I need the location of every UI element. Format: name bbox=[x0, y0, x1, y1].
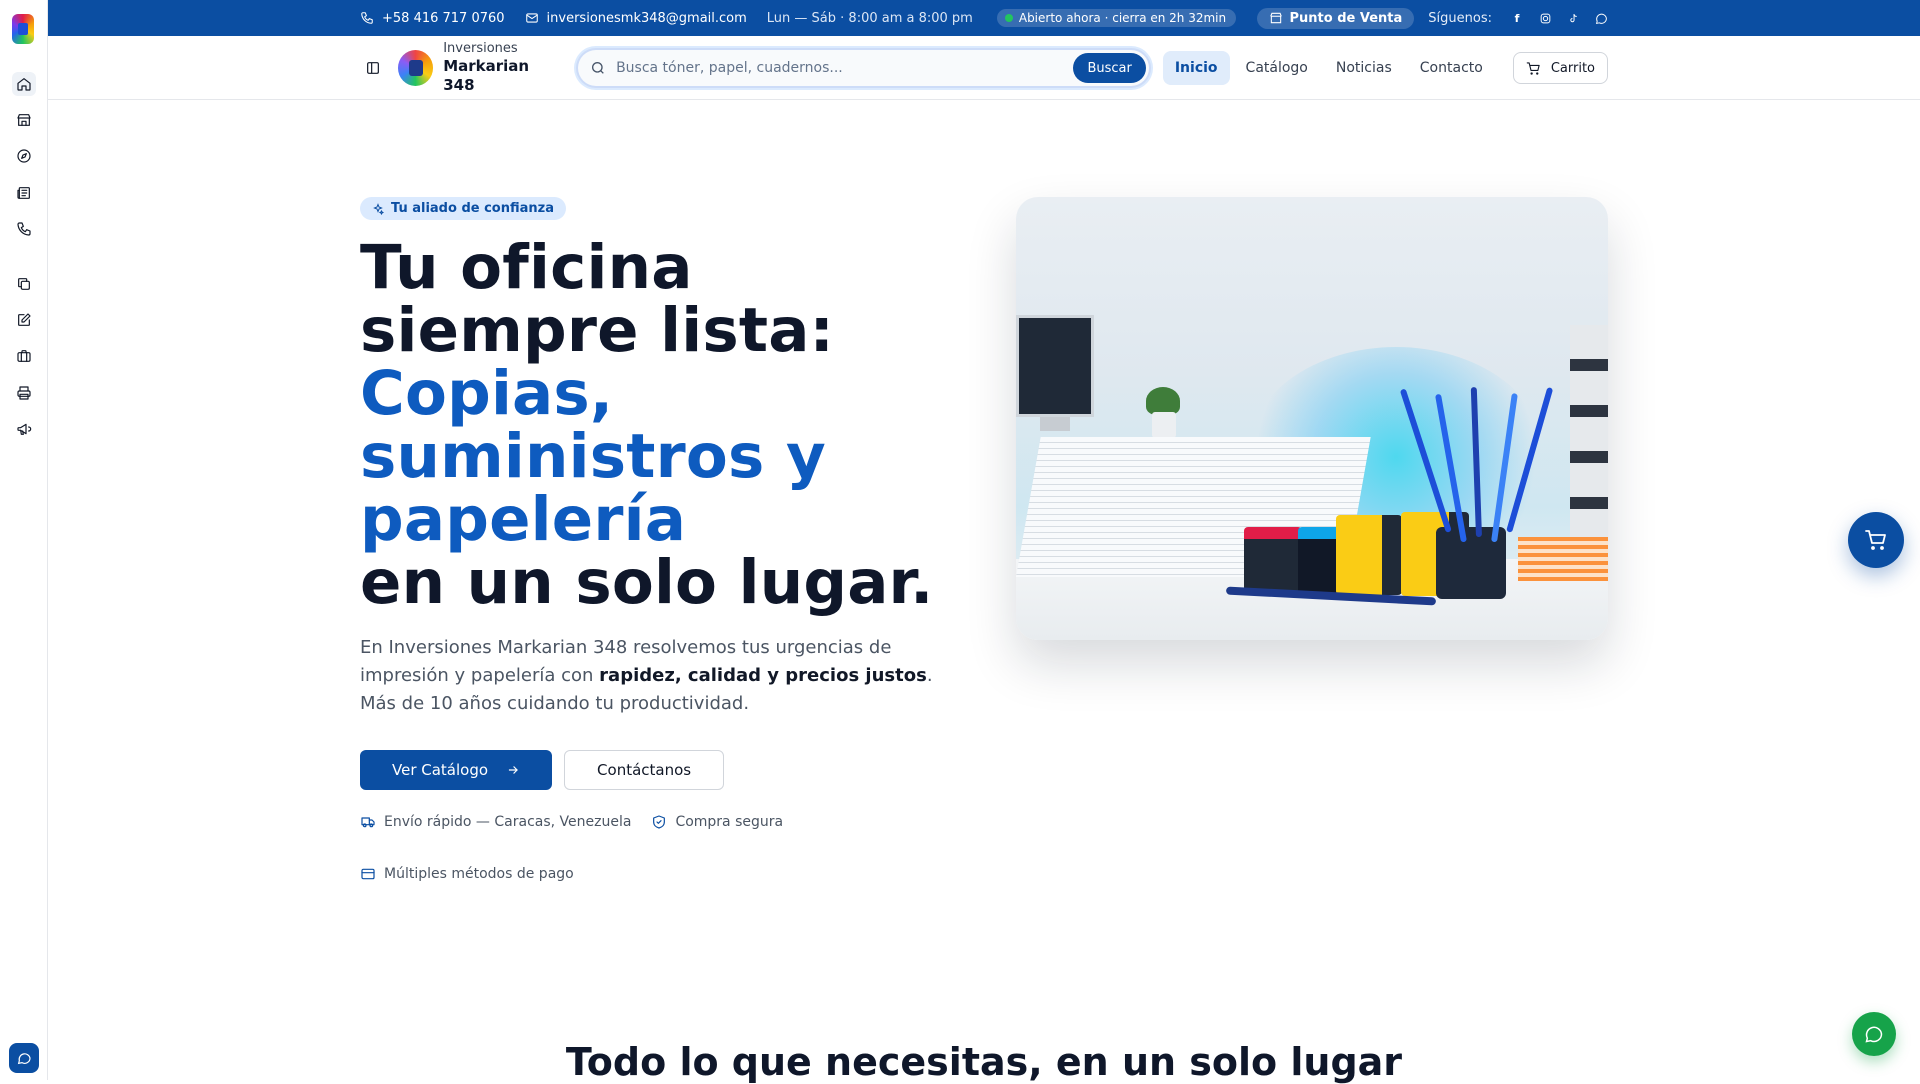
phone-icon bbox=[361, 12, 373, 24]
contact-us-label: Contáctanos bbox=[597, 761, 692, 779]
credit-card-icon bbox=[361, 868, 375, 880]
store-icon bbox=[17, 114, 31, 126]
hero-section: Tu aliado de confianza Tu oficina siempr… bbox=[360, 197, 960, 882]
edit-icon bbox=[18, 313, 31, 326]
shield-check-icon bbox=[653, 815, 666, 829]
contact-us-button[interactable]: Contáctanos bbox=[564, 750, 725, 790]
email-address: inversionesmk348@gmail.com bbox=[546, 10, 747, 26]
section-title: Todo lo que necesitas, en un solo lugar bbox=[565, 1040, 1403, 1084]
phone-icon bbox=[17, 222, 31, 236]
store-icon bbox=[1269, 12, 1282, 24]
phone-contact[interactable]: +58 416 717 0760 bbox=[360, 11, 505, 26]
view-catalog-button[interactable]: Ver Catálogo bbox=[360, 750, 553, 790]
email-contact[interactable]: inversionesmk348@gmail.com bbox=[525, 11, 747, 26]
brand-name-big: Markarian 348 bbox=[443, 57, 530, 95]
perk-fast-shipping: Envío rápido — Caracas, Venezuela bbox=[360, 814, 631, 830]
cart-icon bbox=[1526, 61, 1540, 75]
hero-perks: Envío rápido — Caracas, Venezuela Compra… bbox=[360, 814, 960, 882]
sidebar-item-explore[interactable] bbox=[12, 144, 36, 168]
sidebar-item-copies[interactable] bbox=[12, 272, 36, 296]
sidebar-item-print[interactable] bbox=[12, 381, 36, 405]
brand-name[interactable]: Inversiones Markarian 348 bbox=[443, 41, 564, 95]
perk-secure-purchase: Compra segura bbox=[651, 814, 783, 830]
sidebar-item-store[interactable] bbox=[12, 108, 36, 132]
search-bar: Buscar bbox=[576, 48, 1151, 88]
hero-badge: Tu aliado de confianza bbox=[360, 197, 566, 220]
point-of-sale-button[interactable]: Punto de Venta bbox=[1256, 7, 1415, 29]
hero-title-line1: Tu oficina siempre lista: bbox=[360, 232, 835, 366]
arrow-right-icon bbox=[508, 766, 518, 774]
main-navbar: Inversiones Markarian 348 Buscar Inicio … bbox=[48, 36, 1920, 100]
printer-icon bbox=[17, 386, 31, 400]
news-icon bbox=[17, 187, 30, 199]
nav-links: Inicio Catálogo Noticias Contacto bbox=[1162, 51, 1495, 85]
hero-title-line3: en un solo lugar. bbox=[360, 547, 934, 618]
perk-secure-purchase-text: Compra segura bbox=[675, 814, 784, 830]
instagram-icon[interactable] bbox=[1538, 11, 1552, 25]
truck-icon bbox=[361, 817, 375, 828]
sparkles-icon bbox=[373, 202, 384, 215]
sidebar-item-promos[interactable] bbox=[12, 417, 36, 441]
hero-image-office-supplies bbox=[1016, 197, 1608, 640]
nav-link-catalogo[interactable]: Catálogo bbox=[1234, 51, 1320, 85]
left-sidebar bbox=[0, 0, 48, 1080]
brand-logo[interactable] bbox=[397, 50, 434, 86]
open-dot-icon bbox=[1004, 14, 1013, 22]
hero-badge-text: Tu aliado de confianza bbox=[391, 201, 554, 216]
hero-description: En Inversiones Markarian 348 resolvemos … bbox=[360, 634, 940, 718]
compass-icon bbox=[17, 149, 31, 163]
briefcase-icon bbox=[17, 350, 31, 362]
sidebar-item-edit[interactable] bbox=[12, 308, 36, 332]
top-info-bar: +58 416 717 0760 inversionesmk348@gmail.… bbox=[48, 0, 1920, 36]
perk-payment-methods-text: Múltiples métodos de pago bbox=[384, 866, 574, 882]
nav-link-contacto[interactable]: Contacto bbox=[1408, 51, 1495, 85]
chat-icon bbox=[17, 1053, 31, 1065]
sidebar-item-business[interactable] bbox=[12, 344, 36, 368]
home-icon bbox=[17, 78, 31, 91]
sidebar-toggle-button[interactable] bbox=[360, 55, 386, 81]
perk-fast-shipping-text: Envío rápido — Caracas, Venezuela bbox=[384, 814, 632, 830]
sidebar-logo[interactable] bbox=[12, 14, 34, 44]
nav-link-noticias[interactable]: Noticias bbox=[1324, 51, 1404, 85]
chat-button[interactable] bbox=[9, 1043, 39, 1073]
search-button[interactable]: Buscar bbox=[1073, 53, 1146, 83]
mail-icon bbox=[525, 13, 538, 23]
megaphone-icon bbox=[17, 423, 32, 435]
hero-description-highlight: rapidez, calidad y precios justos bbox=[599, 665, 927, 686]
open-status-text: Abierto ahora · cierra en 2h 32min bbox=[1018, 11, 1227, 25]
search-input[interactable] bbox=[616, 60, 1074, 76]
open-status-badge: Abierto ahora · cierra en 2h 32min bbox=[996, 9, 1237, 27]
sidebar-item-home[interactable] bbox=[12, 72, 36, 96]
whatsapp-icon[interactable] bbox=[1594, 11, 1608, 25]
cart-icon bbox=[1865, 530, 1886, 550]
sidebar-item-contact[interactable] bbox=[12, 217, 36, 241]
copy-icon bbox=[18, 278, 30, 290]
hero-title: Tu oficina siempre lista: Copias, sumini… bbox=[360, 236, 960, 614]
phone-number: +58 416 717 0760 bbox=[382, 10, 505, 26]
cart-label: Carrito bbox=[1550, 60, 1595, 76]
facebook-icon[interactable]: f bbox=[1510, 11, 1524, 25]
panel-left-icon bbox=[366, 62, 379, 74]
tiktok-icon[interactable] bbox=[1566, 11, 1580, 25]
view-catalog-label: Ver Catálogo bbox=[392, 761, 489, 779]
point-of-sale-label: Punto de Venta bbox=[1289, 10, 1403, 26]
hero-title-accent: Copias, suministros y papelería bbox=[360, 358, 826, 555]
sidebar-item-news[interactable] bbox=[12, 181, 36, 205]
brand-name-small: Inversiones bbox=[443, 41, 518, 57]
nav-link-inicio[interactable]: Inicio bbox=[1162, 51, 1230, 85]
hero-actions: Ver Catálogo Contáctanos bbox=[360, 750, 960, 790]
cart-button[interactable]: Carrito bbox=[1512, 52, 1608, 84]
floating-cart-button[interactable] bbox=[1848, 512, 1904, 568]
search-icon bbox=[592, 61, 604, 74]
follow-label: Síguenos: bbox=[1428, 10, 1492, 26]
business-hours: Lun — Sáb · 8:00 am a 8:00 pm bbox=[766, 10, 973, 26]
perk-payment-methods: Múltiples métodos de pago bbox=[360, 866, 574, 882]
